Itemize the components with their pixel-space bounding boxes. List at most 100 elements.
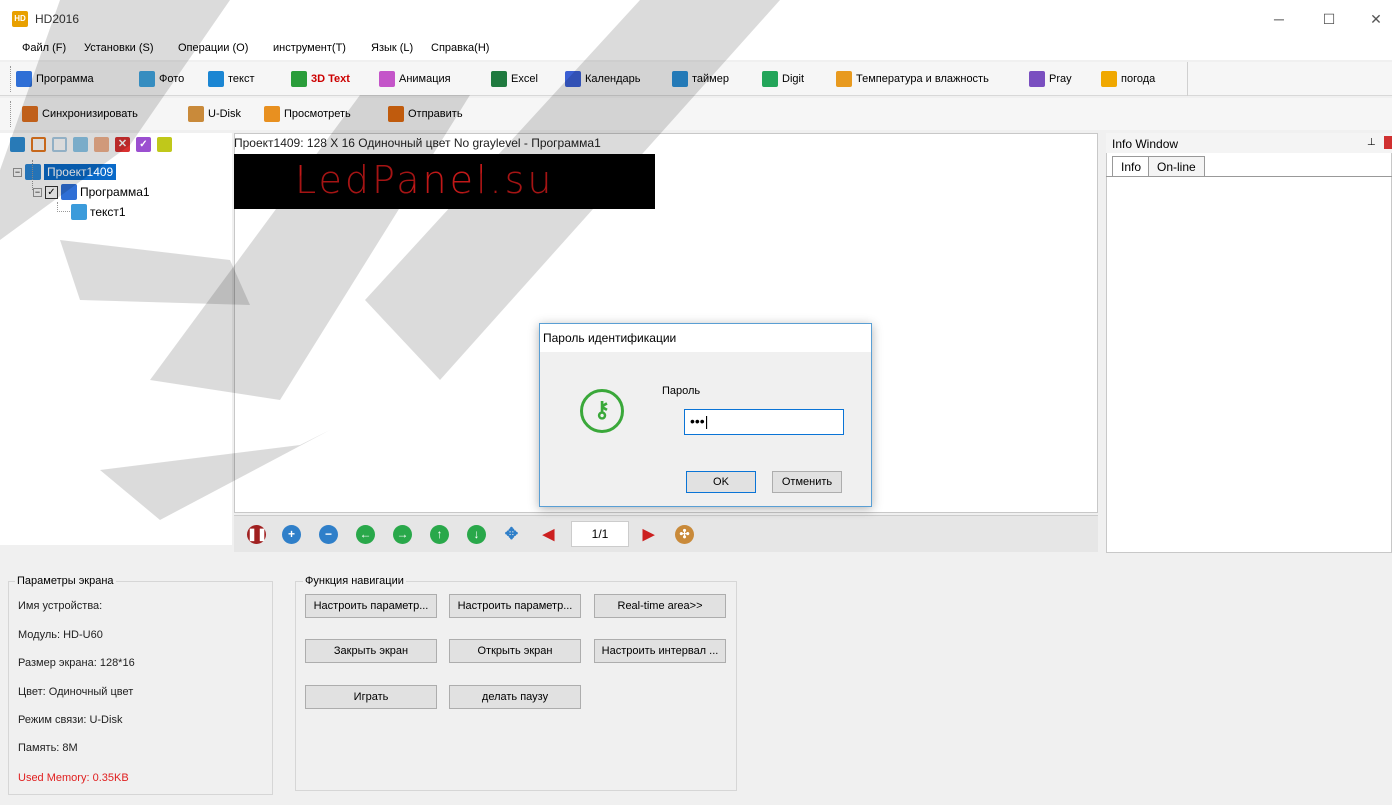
search-icon[interactable] (157, 137, 172, 152)
down-arrow-icon[interactable]: ↓ (467, 525, 486, 544)
toolbar1-label: Анимация (399, 73, 451, 85)
realtime-area-button[interactable]: Real-time area>> (594, 594, 726, 618)
toolbar1-label: Digit (782, 73, 805, 85)
menu-operations[interactable]: Операции (O) (178, 42, 248, 54)
set-params-button-2[interactable]: Настроить параметр... (449, 594, 581, 618)
pin-icon[interactable]: ⊥ (1367, 137, 1376, 148)
toolbar1-button-3[interactable]: 3D Text (291, 67, 350, 91)
move-icon[interactable]: ✥ (502, 525, 521, 544)
maximize-button[interactable]: ☐ (1309, 8, 1349, 30)
tree-program-label[interactable]: Программа1 (80, 185, 150, 199)
toolbar1-button-1[interactable]: Фото (139, 67, 184, 91)
tab-online[interactable]: On-line (1148, 156, 1205, 176)
calendar-icon (565, 71, 581, 87)
move-up-icon[interactable] (73, 137, 88, 152)
toolbar1-button-11[interactable]: погода (1101, 67, 1155, 91)
password-label: Пароль (662, 385, 701, 397)
open-screen-button[interactable]: Открыть экран (449, 639, 581, 663)
menu-tools[interactable]: инструмент(T) (273, 42, 346, 54)
toolbar2-button-0[interactable]: Синхронизировать (22, 102, 138, 126)
color-info: Цвет: Одиночный цвет (18, 686, 134, 698)
info-window (1106, 133, 1392, 553)
preview-icon (264, 106, 280, 122)
new-icon[interactable] (10, 137, 25, 152)
toolbar1-button-4[interactable]: Анимация (379, 67, 451, 91)
set-interval-button[interactable]: Настроить интервал ... (594, 639, 726, 663)
toolbar1-label: погода (1121, 73, 1156, 85)
delete-icon[interactable]: ✕ (115, 137, 130, 152)
copy-icon[interactable] (31, 137, 46, 152)
menu-help[interactable]: Справка(H) (431, 42, 489, 54)
zoom-in-icon[interactable]: + (282, 525, 301, 544)
zoom-out-icon[interactable]: − (319, 525, 338, 544)
next-page-icon[interactable]: ▶ (639, 525, 658, 544)
tree-text-label[interactable]: текст1 (90, 205, 126, 219)
toolbar1-button-10[interactable]: Pray (1029, 67, 1072, 91)
menu-file[interactable]: Файл (F) (22, 42, 66, 54)
toolbar1-label: 3D Text (311, 73, 350, 85)
checkbox[interactable]: ✓ (45, 185, 58, 199)
excel-icon (491, 71, 507, 87)
minimize-button[interactable]: ─ (1259, 8, 1299, 30)
toolbar2-button-2[interactable]: Просмотреть (264, 102, 351, 126)
prev-page-icon[interactable]: ◀ (539, 525, 558, 544)
cube-icon (291, 71, 307, 87)
nav-function-title: Функция навигации (303, 575, 406, 587)
tree-project[interactable]: − Проект1409 (13, 163, 117, 181)
tree-text[interactable]: текст1 (71, 203, 126, 221)
left-arrow-icon[interactable]: ← (356, 525, 375, 544)
play-button[interactable]: Играть (305, 685, 437, 709)
toolbar2-button-1[interactable]: U-Disk (188, 102, 241, 126)
pause-button[interactable]: делать паузу (449, 685, 581, 709)
toolbar1-label: Excel (511, 73, 538, 85)
dialog-title: Пароль идентификации (540, 324, 871, 352)
collapse-icon[interactable]: − (13, 167, 22, 177)
monitor-icon (25, 164, 41, 180)
page-indicator: 1/1 (571, 521, 629, 547)
paste-icon[interactable] (52, 137, 67, 152)
close-button[interactable]: ✕ (1356, 8, 1392, 30)
digit-icon (762, 71, 778, 87)
close-panel-icon[interactable] (1384, 136, 1392, 149)
sync-icon (22, 106, 38, 122)
toolbar1-button-0[interactable]: Программа (16, 67, 94, 91)
info-window-title: Info Window (1112, 137, 1179, 151)
led-text: LedPanel.su (295, 158, 555, 202)
toolbar1-button-8[interactable]: Digit (762, 67, 804, 91)
cancel-button[interactable]: Отменить (772, 471, 842, 493)
right-arrow-icon[interactable]: → (393, 525, 412, 544)
ok-button[interactable]: OK (686, 471, 756, 493)
thermometer-icon (836, 71, 852, 87)
app-icon: HD (12, 11, 28, 27)
check-icon[interactable]: ✓ (136, 137, 151, 152)
toolbar-grip[interactable] (10, 66, 12, 92)
password-input[interactable]: •••| (684, 409, 844, 435)
collapse-icon[interactable]: − (33, 187, 42, 197)
pray-icon (1029, 71, 1045, 87)
window-title: HD2016 (35, 12, 80, 26)
menu-settings[interactable]: Установки (S) (84, 42, 154, 54)
tab-info[interactable]: Info (1112, 156, 1151, 176)
move-down-icon[interactable] (94, 137, 109, 152)
toolbar1-button-7[interactable]: таймер (672, 67, 729, 91)
menu-language[interactable]: Язык (L) (371, 42, 413, 54)
used-memory: Used Memory: 0.35KB (18, 772, 129, 784)
tree-project-label[interactable]: Проект1409 (44, 164, 117, 180)
text-icon (71, 204, 87, 220)
action-toolbar: Синхронизировать U-Disk Просмотреть Отправи… (16, 102, 496, 126)
toolbar-grip-2[interactable] (10, 101, 12, 127)
toolbar2-button-3[interactable]: Отправить (388, 102, 463, 126)
tree-program[interactable]: − ✓ Программа1 (33, 183, 150, 201)
toolbar1-button-5[interactable]: Excel (491, 67, 538, 91)
up-arrow-icon[interactable]: ↑ (430, 525, 449, 544)
program-icon (16, 71, 32, 87)
toolbar1-label: Календарь (585, 73, 641, 85)
settings-icon[interactable]: ✣ (675, 525, 694, 544)
set-params-button-1[interactable]: Настроить параметр... (305, 594, 437, 618)
close-screen-button[interactable]: Закрыть экран (305, 639, 437, 663)
toolbar1-button-2[interactable]: текст (208, 67, 255, 91)
screen-params-title: Параметры экрана (15, 575, 116, 587)
toolbar1-button-9[interactable]: Температура и влажность (836, 67, 989, 91)
toolbar1-button-6[interactable]: Календарь (565, 67, 641, 91)
pause-icon[interactable]: ❚❚ (247, 525, 267, 544)
